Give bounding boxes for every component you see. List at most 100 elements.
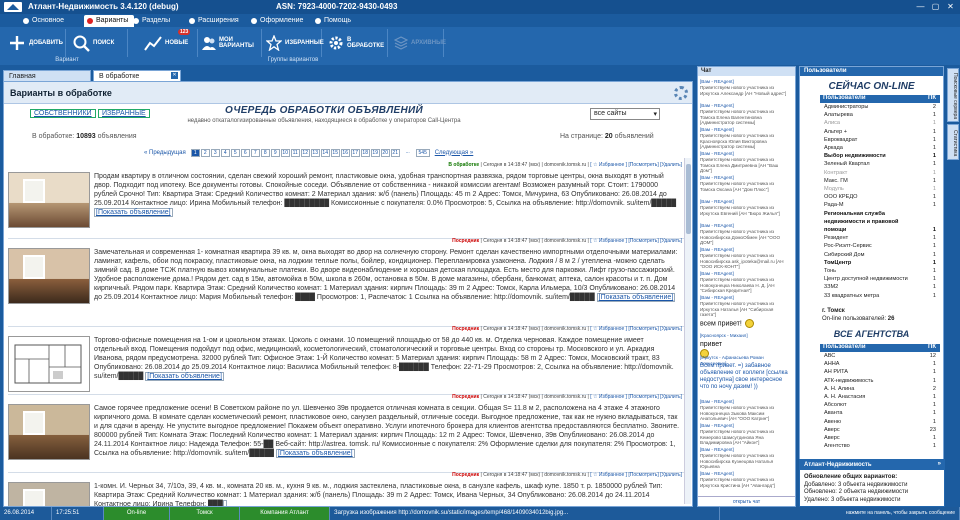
pager-page[interactable]: 11 xyxy=(290,148,300,157)
online-user-row[interactable]: Макс. ГМ 1 xyxy=(820,178,940,185)
refresh-spinner-icon[interactable] xyxy=(674,86,688,100)
agency-row[interactable]: Аванта 1 xyxy=(820,410,940,417)
close-button[interactable]: ✕ xyxy=(944,1,957,12)
pager-page[interactable]: 1 xyxy=(190,148,200,157)
online-user-row[interactable]: Евроквадрат 1 xyxy=(820,137,940,144)
show-listing-link[interactable] xyxy=(222,500,227,506)
menu-tab-rasshireniya[interactable]: Расширения xyxy=(186,15,245,27)
pager-page[interactable]: 10 xyxy=(280,148,290,157)
agency-row[interactable]: Агентство 1 xyxy=(820,443,940,450)
pager-page[interactable]: 6 xyxy=(240,148,250,157)
online-user-row[interactable]: помощи 1 xyxy=(820,227,940,234)
agency-row[interactable]: Аверс 23 xyxy=(820,427,940,434)
online-user-row[interactable]: Рос-Риэлт-Сервис 1 xyxy=(820,243,940,250)
pager-page[interactable]: 545 xyxy=(415,148,430,157)
pager-page[interactable]: 20 xyxy=(380,148,390,157)
close-popup-icon[interactable]: » xyxy=(938,461,941,467)
listing-thumbnail[interactable] xyxy=(8,404,90,460)
listing-thumbnail[interactable] xyxy=(8,336,90,392)
tab-search-servers[interactable]: Поисковые сервера xyxy=(947,68,959,122)
agency-row[interactable]: Абсолют 1 xyxy=(820,402,940,409)
pager-page[interactable]: 2 xyxy=(200,148,210,157)
online-user-row[interactable]: Зеленый Квартал 1 xyxy=(820,161,940,168)
menu-tab-varianty[interactable]: Варианты xyxy=(84,15,135,27)
online-user-row[interactable]: 3ЗМ2 1 xyxy=(820,284,940,291)
main-scrollbar[interactable] xyxy=(684,158,691,504)
minimize-button[interactable]: — xyxy=(914,1,927,12)
agency-row[interactable]: А. Н. Алина 2 xyxy=(820,386,940,393)
maximize-button[interactable]: ▢ xyxy=(929,1,942,12)
pager-page[interactable]: 18 xyxy=(360,148,370,157)
pager-page[interactable]: 14 xyxy=(320,148,330,157)
listing-actions[interactable]: [ ☆ Избранное ] [Посмотреть] [Удалить] xyxy=(590,326,682,332)
online-user-row[interactable]: Выбор недвижимости 1 xyxy=(820,153,940,160)
show-listing-link[interactable]: [Показать объявление] xyxy=(275,449,355,458)
online-user-row[interactable]: Аркада 1 xyxy=(820,145,940,152)
pager-page[interactable]: 15 xyxy=(330,148,340,157)
listing-thumbnail[interactable] xyxy=(8,172,90,228)
listing-thumbnail[interactable] xyxy=(8,482,90,506)
favorites-button[interactable]: ИЗБРАННЫЕ xyxy=(262,29,324,57)
scrollbar-thumb[interactable] xyxy=(686,164,691,234)
agency-row[interactable]: А. Н. Анастасия 1 xyxy=(820,394,940,401)
listing-actions[interactable]: [ ☆ Избранное ] [Посмотреть] [Удалить] xyxy=(590,394,682,400)
pager-page[interactable]: 17 xyxy=(350,148,360,157)
pager-page[interactable]: 21 xyxy=(390,148,400,157)
in-process-button[interactable]: В ОБРАБОТКЕ xyxy=(324,29,388,57)
online-user-row[interactable]: 33 квадратных метра 1 xyxy=(820,293,940,300)
agency-row[interactable]: АВС 12 xyxy=(820,353,940,360)
menu-tab-pomosch[interactable]: Помощь xyxy=(312,15,357,27)
online-user-row[interactable]: ООО КРЕДО 1 xyxy=(820,194,940,201)
pager-page[interactable]: 9 xyxy=(270,148,280,157)
agency-row[interactable]: Аверс 1 xyxy=(820,435,940,442)
online-user-row[interactable]: Рада-М 1 xyxy=(820,202,940,209)
my-variants-button[interactable]: МОИ ВАРИАНТЫ xyxy=(198,29,262,57)
pager-page[interactable]: 16 xyxy=(340,148,350,157)
pager-page[interactable]: 19 xyxy=(370,148,380,157)
online-user-row[interactable]: Сибирский Дом 1 xyxy=(820,252,940,259)
listing-actions[interactable]: [ ☆ Избранное ] [Посмотреть] [Удалить] xyxy=(590,162,682,168)
show-listing-link[interactable]: [Показать объявление] xyxy=(145,372,224,381)
pager-page[interactable]: 13 xyxy=(310,148,320,157)
agency-row[interactable]: Авеню 1 xyxy=(820,419,940,426)
tab-in-process[interactable]: В обработке ✕ xyxy=(93,70,181,81)
tab-statistics[interactable]: Статистика xyxy=(947,124,959,160)
online-user-row[interactable]: Модуль 1 xyxy=(820,186,940,193)
listing-actions[interactable]: [ ☆ Избранное ] [Посмотреть] [Удалить] xyxy=(590,238,682,244)
menu-tab-osnovnoe[interactable]: Основное xyxy=(20,15,70,27)
tab-close-icon[interactable]: ✕ xyxy=(171,72,178,79)
tab-home[interactable]: Главная xyxy=(3,70,91,81)
notification-popup[interactable]: Атлант-Недвижимость» Обновление общих ва… xyxy=(799,459,945,507)
show-listing-link[interactable]: [Показать объявление] xyxy=(596,293,676,302)
online-user-row[interactable]: ТомЦентр 1 xyxy=(820,260,940,267)
agency-row[interactable]: АННА 1 xyxy=(820,361,940,368)
online-user-row[interactable]: Альтер +1 xyxy=(820,129,940,136)
online-user-row[interactable]: Алатырева 1 xyxy=(820,112,940,119)
pager-page[interactable]: 5 xyxy=(230,148,240,157)
agency-row[interactable]: АТК-недвижимость 1 xyxy=(820,378,940,385)
pager-page[interactable]: 8 xyxy=(260,148,270,157)
pager-page[interactable]: ... xyxy=(401,149,415,157)
search-button[interactable]: ПОИСК xyxy=(68,29,128,57)
online-user-row[interactable]: недвижимости и правовой xyxy=(820,219,940,226)
online-user-row[interactable]: Тонь 1 xyxy=(820,268,940,275)
pager-prev[interactable]: « Предыдущая xyxy=(144,150,186,156)
online-user-row[interactable]: Региональная служба xyxy=(820,211,940,218)
listing-actions[interactable]: [ ☆ Избранное ] [Посмотреть] [Удалить] xyxy=(590,472,682,478)
archive-button[interactable]: АРХИВНЫЕ xyxy=(390,29,446,57)
menu-tab-razdely[interactable]: Разделы xyxy=(130,15,176,27)
listing-thumbnail[interactable] xyxy=(8,248,90,304)
site-select[interactable]: все сайты xyxy=(590,108,660,120)
pager-next[interactable]: Следующая » xyxy=(435,150,474,156)
pager-page[interactable]: 12 xyxy=(300,148,310,157)
agency-row[interactable]: АН РИТА 1 xyxy=(820,369,940,376)
add-button[interactable]: ДОБАВИТЬ xyxy=(4,29,66,57)
online-user-row[interactable]: Резидент 1 xyxy=(820,235,940,242)
online-user-row[interactable]: Алиса 1 xyxy=(820,120,940,127)
new-button[interactable]: НОВЫЕ 123 xyxy=(140,29,198,57)
pager-page[interactable]: 7 xyxy=(250,148,260,157)
online-user-row[interactable]: Центр доступной недвижимости 1 xyxy=(820,276,940,283)
online-user-row[interactable]: Администраторы 2 xyxy=(820,104,940,111)
menu-tab-oformlenie[interactable]: Оформление xyxy=(248,15,309,27)
open-chat-button[interactable]: открыть чат xyxy=(698,496,795,506)
